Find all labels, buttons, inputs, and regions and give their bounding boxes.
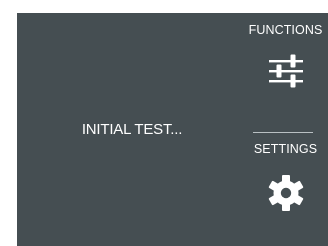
device-screen: INITIAL TEST... FUNCTIONS SETTINGS	[17, 13, 328, 246]
status-message: INITIAL TEST...	[81, 121, 183, 138]
settings-button[interactable]: SETTINGS	[243, 142, 328, 242]
functions-label: FUNCTIONS	[248, 23, 323, 37]
settings-label: SETTINGS	[253, 142, 318, 156]
sliders-icon	[266, 51, 306, 91]
gear-icon	[266, 173, 306, 213]
functions-button[interactable]: FUNCTIONS	[243, 23, 328, 133]
menu-divider	[253, 132, 313, 133]
